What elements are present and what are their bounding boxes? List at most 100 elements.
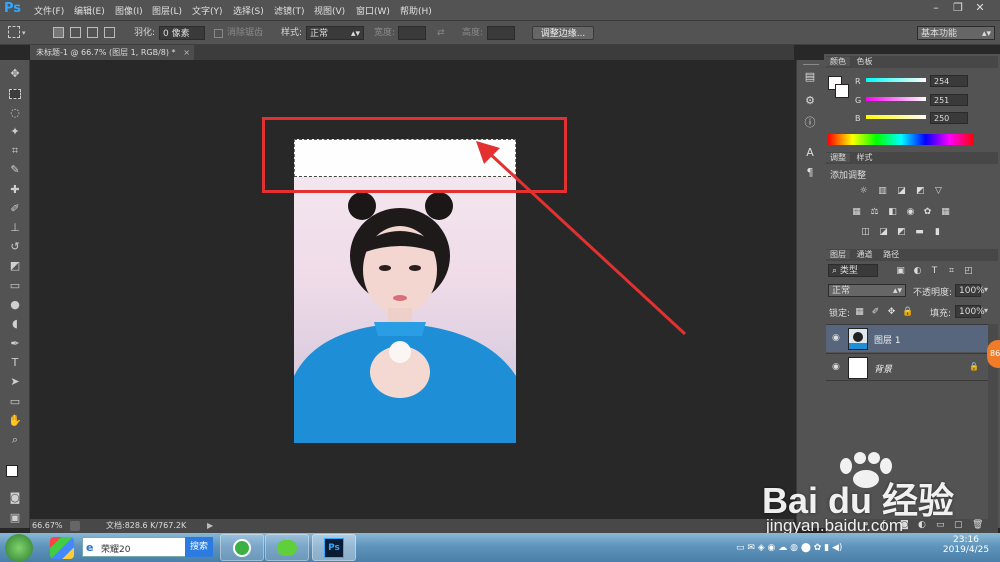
lock-transparent-icon[interactable]: ▦ [854,307,865,317]
close-tab-icon[interactable]: × [183,45,190,60]
brush-tool-icon[interactable]: ✐ [6,201,24,217]
levels-icon[interactable]: ▥ [877,186,888,196]
history-brush-icon[interactable]: ↺ [6,239,24,255]
document-tab[interactable]: 未标题-1 @ 66.7% (图层 1, RGB/8) * × [30,45,194,60]
gradient-tool-icon[interactable]: ▭ [6,278,24,294]
vibrance-icon[interactable]: ▽ [933,186,944,196]
hand-tool-icon[interactable]: ✋ [6,413,24,429]
tab-paths[interactable]: 路径 [879,250,903,259]
background-layer-name[interactable]: 背景 [874,362,892,375]
color-lookup-icon[interactable]: ▦ [940,207,951,217]
status-menu-icon[interactable] [70,521,80,531]
eye-icon[interactable]: ◉ [832,333,840,343]
background-swatch[interactable] [835,84,849,98]
menu-select[interactable]: 选择(S) [233,4,264,17]
menu-filter[interactable]: 滤镜(T) [274,4,305,17]
menu-layer[interactable]: 图层(L) [152,4,182,17]
posterize-icon[interactable]: ◪ [878,227,889,237]
blend-mode-select[interactable]: 正常 ▴▾ [828,284,906,297]
channel-g-value[interactable]: 251 [930,94,968,106]
move-tool-icon[interactable]: ✥ [6,66,24,82]
quick-mask-icon[interactable]: ◙ [6,490,24,506]
color-balance-icon[interactable]: ⚖ [869,207,880,217]
restore-icon[interactable]: ❐ [950,1,966,15]
opacity-input[interactable]: 100% [955,284,985,297]
magic-wand-icon[interactable]: ✦ [6,124,24,140]
hue-saturation-icon[interactable]: ▦ [851,207,862,217]
tab-adjustments[interactable]: 调整 [826,153,850,162]
clone-stamp-icon[interactable]: ⊥ [6,220,24,236]
threshold-icon[interactable]: ◩ [896,227,907,237]
notification-badge[interactable]: 86 [987,340,1000,368]
new-selection-icon[interactable] [53,27,64,38]
workspace-select[interactable]: 基本功能 ▴▾ [917,26,995,40]
layer-filter-select[interactable]: ⌕ 类型 [828,264,878,277]
menu-help[interactable]: 帮助(H) [400,4,432,17]
refine-edge-button[interactable]: 调整边缘... [532,26,594,40]
opacity-arrow-icon[interactable]: ▾ [984,285,988,294]
lock-position-icon[interactable]: ✥ [886,307,897,317]
rectangle-tool-icon[interactable]: ▭ [6,394,24,410]
taskbar-search-button[interactable]: 搜索 [185,537,213,557]
exposure-icon[interactable]: ◩ [915,186,926,196]
menu-view[interactable]: 视图(V) [314,4,345,17]
lock-all-icon[interactable]: 🔒 [902,307,913,317]
screen-mode-icon[interactable]: ▣ [6,510,24,526]
close-icon[interactable]: ✕ [972,1,988,15]
channel-mixer-icon[interactable]: ✿ [922,207,933,217]
eyedropper-icon[interactable]: ✎ [6,162,24,178]
history-icon[interactable]: ▤ [803,70,817,84]
intersect-selection-icon[interactable] [104,27,115,38]
filter-adjustment-icon[interactable]: ◐ [912,266,923,276]
marquee-tool-icon[interactable] [9,89,21,99]
start-button[interactable] [5,534,33,562]
healing-brush-icon[interactable]: ✚ [6,182,24,198]
menu-window[interactable]: 窗口(W) [356,4,390,17]
minimize-icon[interactable]: – [928,1,944,15]
antialias-checkbox[interactable] [214,29,223,38]
brightness-icon[interactable]: ☼ [858,186,869,196]
system-tray-icons[interactable]: ▭ ✉ ◈ ◉ ☁ ◍ ⬤ ✿ ▮ ◀) [736,543,842,553]
clock[interactable]: 23:16 2019/4/25 [940,535,992,555]
selective-color-icon[interactable]: ▮ [932,227,943,237]
chevron-down-icon[interactable]: ▾ [22,29,26,37]
layer-row-layer1[interactable]: ◉ 图层 1 [826,324,988,352]
marquee-preset-icon[interactable] [8,26,20,38]
eraser-tool-icon[interactable]: ◩ [6,258,24,274]
crop-tool-icon[interactable]: ⌗ [6,143,24,159]
tab-styles[interactable]: 样式 [853,153,877,162]
filter-type-icon[interactable]: T [929,266,940,276]
info-icon[interactable]: ⓘ [803,116,817,130]
path-selection-icon[interactable]: ➤ [6,374,24,390]
status-arrow-icon[interactable]: ▶ [207,519,213,533]
invert-icon[interactable]: ◫ [860,227,871,237]
taskbar-app-photoshop[interactable]: Ps [312,534,356,561]
zoom-level[interactable]: 66.67% [32,519,63,533]
menu-image[interactable]: 图像(I) [115,4,143,17]
style-select[interactable]: 正常 ▴▾ [306,26,364,40]
zoom-tool-icon[interactable]: ⌕ [6,432,24,448]
fill-arrow-icon[interactable]: ▾ [984,306,988,315]
windows-flag-icon[interactable] [50,537,74,559]
taskbar-search-value[interactable]: 荣耀20 [101,542,130,555]
width-input[interactable] [398,26,426,40]
channel-b-value[interactable]: 250 [930,112,968,124]
channel-g-slider[interactable] [866,97,926,101]
paragraph-icon[interactable]: ¶ [803,166,817,180]
curves-icon[interactable]: ◪ [896,186,907,196]
dodge-tool-icon[interactable]: ◖ [6,316,24,332]
foreground-color-swatch[interactable] [6,465,18,477]
black-white-icon[interactable]: ◧ [887,207,898,217]
add-selection-icon[interactable] [70,27,81,38]
fill-input[interactable]: 100% [955,305,985,318]
taskbar-app-wechat[interactable] [265,534,309,561]
layer1-name[interactable]: 图层 1 [874,333,901,346]
feather-input[interactable]: 0 像素 [159,26,205,40]
subtract-selection-icon[interactable] [87,27,98,38]
taskbar-app-360[interactable] [220,534,264,561]
type-tool-icon[interactable]: T [6,355,24,371]
channel-b-slider[interactable] [866,115,926,119]
eye-icon[interactable]: ◉ [832,362,840,372]
layer-row-background[interactable]: ◉ 背景 🔒 [826,353,988,381]
filter-smart-icon[interactable]: ◰ [963,266,974,276]
